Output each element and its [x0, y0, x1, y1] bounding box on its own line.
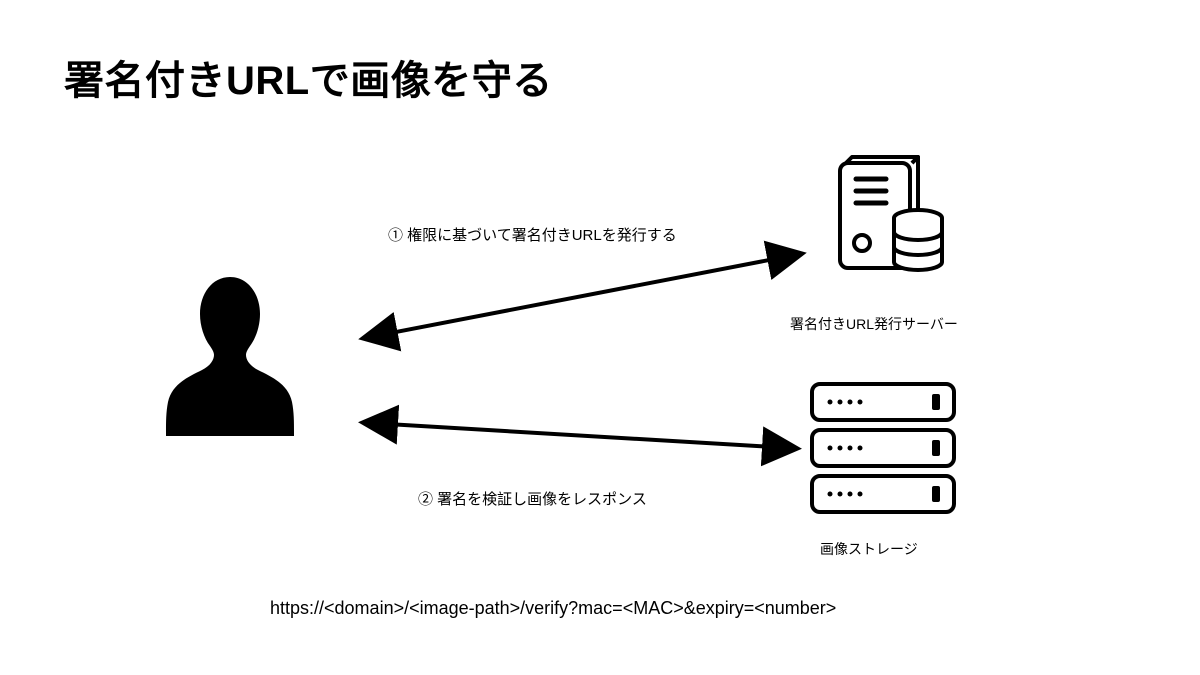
storage-label: 画像ストレージ: [820, 539, 918, 559]
server-label: 署名付きURL発行サーバー: [790, 314, 958, 334]
url-pattern-text: https://<domain>/<image-path>/verify?mac…: [270, 598, 836, 619]
user-icon: [150, 272, 310, 442]
server-icon: [822, 155, 952, 285]
arrow2-label: ② 署名を検証し画像をレスポンス: [418, 488, 647, 509]
page-title: 署名付きURLで画像を守る: [64, 48, 553, 106]
arrow1-label: ① 権限に基づいて署名付きURLを発行する: [388, 224, 677, 245]
storage-icon: [808, 380, 958, 520]
